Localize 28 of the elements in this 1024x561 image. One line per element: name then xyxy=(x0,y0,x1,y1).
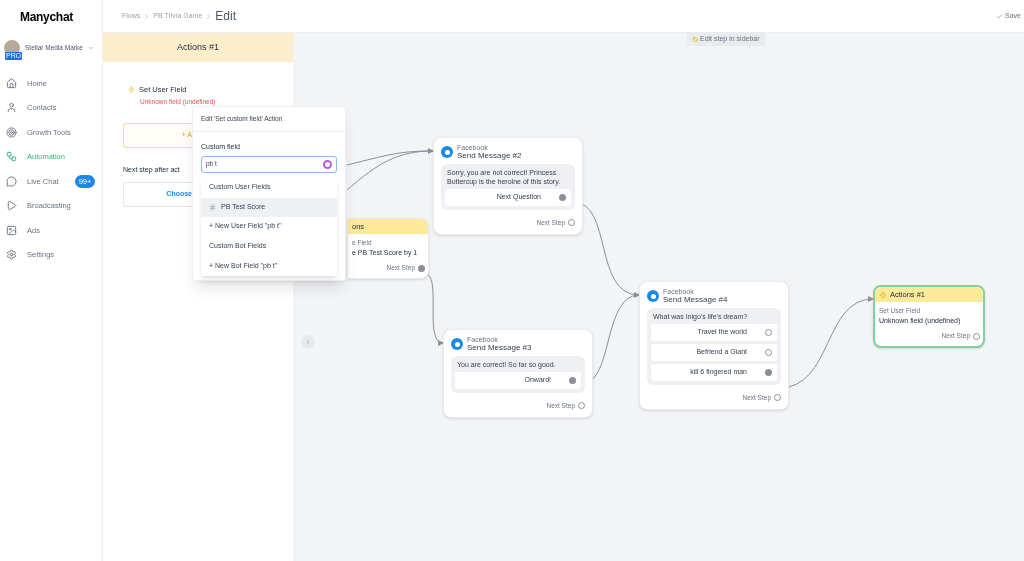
node-title: Send Message #3 xyxy=(467,344,532,352)
panel-title: Actions #1 xyxy=(177,40,219,54)
lightning-icon xyxy=(128,86,135,94)
caret-icon xyxy=(87,45,94,51)
logo[interactable]: Manychat xyxy=(20,7,73,26)
chat-bubble-icon xyxy=(6,175,17,187)
chevron-icon xyxy=(143,12,151,20)
node-title: Send Message #2 xyxy=(457,152,522,160)
messenger-icon xyxy=(441,146,453,158)
chevron-left-icon xyxy=(304,338,312,346)
breadcrumb-item: Edit xyxy=(215,8,236,25)
messenger-icon xyxy=(451,338,463,350)
node-title: Send Message #4 xyxy=(663,296,728,304)
play-icon xyxy=(6,200,17,212)
lightning-icon xyxy=(879,290,887,299)
messenger-icon xyxy=(647,290,659,302)
pointing-hand-icon xyxy=(692,36,698,42)
image-icon xyxy=(6,224,17,236)
home-icon xyxy=(6,77,17,89)
settings-icon xyxy=(6,249,17,261)
ring-icon xyxy=(323,159,332,169)
target-icon xyxy=(6,126,17,138)
hash-icon xyxy=(209,203,216,211)
workflow-icon xyxy=(6,151,17,163)
person-icon xyxy=(6,102,17,114)
collapse-button[interactable] xyxy=(301,335,315,349)
check-icon xyxy=(996,12,1004,20)
chevron-icon xyxy=(205,12,213,20)
